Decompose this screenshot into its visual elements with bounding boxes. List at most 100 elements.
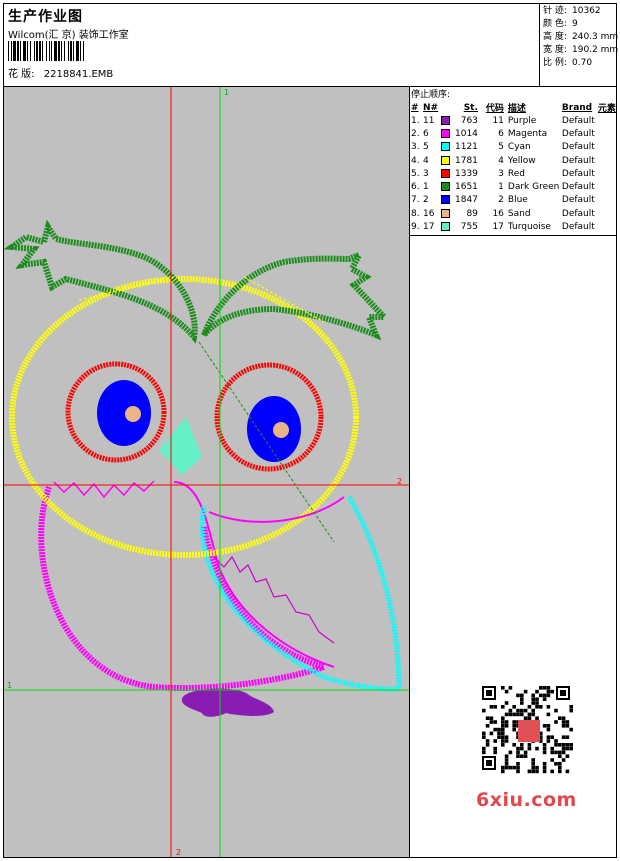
- stat-label: 颜 色:: [543, 19, 567, 29]
- watermark-site: 6xiu.com: [476, 789, 577, 811]
- guide-label: 1: [224, 88, 229, 97]
- cell-desc: Blue: [507, 195, 528, 206]
- cell-code: 11: [492, 115, 504, 126]
- cell-idx: 9.: [411, 222, 420, 233]
- stat-label: 比 例:: [543, 58, 567, 68]
- color-swatch: [441, 222, 450, 232]
- barcode: [8, 41, 84, 61]
- cell-element: [598, 207, 616, 220]
- cell-idx: 5.: [411, 168, 420, 179]
- design-label: 花 版:: [8, 69, 35, 80]
- stat-value: 9: [572, 19, 578, 29]
- cell-brand: Default: [561, 168, 595, 179]
- cell-st: 1014: [455, 128, 478, 139]
- cell-st: 1339: [455, 168, 478, 179]
- cell-code: 5: [498, 142, 504, 153]
- cell-desc: Cyan: [507, 142, 531, 153]
- cell-code: 16: [492, 208, 504, 219]
- cell-code: 17: [492, 222, 504, 233]
- seal-icon: [518, 720, 540, 742]
- cell-swatch: [441, 167, 455, 180]
- stat-label: 针 迹:: [543, 6, 567, 16]
- cell-desc: Red: [507, 168, 526, 179]
- cell-brand: Default: [561, 155, 595, 166]
- left-pupil: [97, 380, 151, 446]
- cell-swatch: [441, 141, 455, 154]
- cell-element: [598, 220, 616, 233]
- cell-element: [598, 154, 616, 167]
- cell-desc: Turquoise: [507, 222, 551, 233]
- qr-code: [475, 680, 580, 780]
- cell-brand: Default: [561, 115, 595, 126]
- feet: [181, 688, 274, 717]
- design-value: 2218841.EMB: [43, 69, 114, 80]
- legend-row: 1. 11 763 11 Purple Default: [411, 114, 616, 127]
- design-canvas[interactable]: 2 2 1 1: [4, 87, 409, 857]
- body-outline: [38, 485, 335, 691]
- travel-line: [198, 341, 335, 543]
- cell-desc: Purple: [507, 115, 537, 126]
- cell-n: 17: [423, 222, 435, 233]
- cell-n: 3: [423, 168, 429, 179]
- cell-idx: 2.: [411, 128, 420, 139]
- legend-row: 4. 4 1781 4 Yellow Default: [411, 154, 616, 167]
- guide-label: 2: [397, 477, 402, 486]
- stat-label: 高 度:: [543, 32, 567, 42]
- cell-st: 1781: [455, 155, 478, 166]
- divider: [539, 4, 540, 86]
- cell-st: 755: [460, 222, 478, 233]
- cell-brand: Default: [561, 222, 595, 233]
- cell-idx: 1.: [411, 115, 420, 126]
- stats-panel: 针 迹: 10362 颜 色: 9 高 度: 240.3 mm 宽 度: 190.2 m…: [543, 5, 618, 70]
- col-code: 代码: [485, 104, 504, 114]
- cell-n: 4: [423, 155, 429, 166]
- cell-element: [598, 114, 616, 127]
- col-st: St.: [463, 102, 478, 113]
- cell-brand: Default: [561, 182, 595, 193]
- color-swatch: [441, 115, 450, 125]
- cell-code: 3: [498, 168, 504, 179]
- legend-rows: 1. 11 763 11 Purple Default 2. 6 1014 6 Magenta Def…: [411, 114, 616, 234]
- col-swatch: [441, 101, 455, 114]
- cell-swatch: [441, 127, 455, 140]
- cell-st: 1651: [455, 182, 478, 193]
- legend-table: # N# St. 代码 描述 Brand 元素 1. 11 763 11 Purple D…: [411, 101, 616, 234]
- cell-desc: Yellow: [507, 155, 536, 166]
- stat-colors: 颜 色: 9: [543, 18, 578, 31]
- head-outline: [9, 276, 359, 558]
- stat-width: 宽 度: 190.2 mm: [543, 44, 618, 57]
- wing-inner: [173, 481, 335, 668]
- cell-element: [598, 127, 616, 140]
- cell-n: 11: [423, 115, 435, 126]
- color-swatch: [441, 142, 450, 152]
- col-n: N#: [423, 102, 439, 113]
- stat-stitches: 针 迹: 10362: [543, 5, 601, 18]
- cell-brand: Default: [561, 128, 595, 139]
- header: 生产作业图 Wilcom(汇 京) 装饰工作室 花 版: 2218841.EMB: [4, 4, 539, 87]
- stat-scale: 比 例: 0.70: [543, 57, 592, 70]
- belly-zigzag: [53, 480, 155, 499]
- legend-row: 7. 2 1847 2 Blue Default: [411, 194, 616, 207]
- cell-desc: Magenta: [507, 128, 548, 139]
- stat-value: 10362: [572, 6, 601, 16]
- cell-desc: Dark Green: [507, 182, 560, 193]
- cell-element: [598, 141, 616, 154]
- owl-design: 2 2 1 1: [4, 87, 409, 857]
- cell-code: 1: [498, 182, 504, 193]
- right-highlight: [273, 422, 289, 438]
- cell-n: 16: [423, 208, 435, 219]
- color-swatch: [441, 182, 450, 192]
- stat-value: 190.2 mm: [572, 45, 619, 55]
- stat-value: 0.70: [572, 58, 593, 68]
- page-title: 生产作业图: [8, 9, 83, 25]
- cell-n: 2: [423, 195, 429, 206]
- cell-idx: 6.: [411, 182, 420, 193]
- cell-st: 1121: [455, 142, 478, 153]
- col-brand: Brand: [561, 102, 593, 113]
- right-eyebrow: [201, 249, 391, 341]
- col-element: 元素: [597, 104, 616, 114]
- legend-row: 9. 17 755 17 Turquoise Default: [411, 220, 616, 233]
- stat-label: 宽 度:: [543, 45, 567, 55]
- cell-swatch: [441, 207, 455, 220]
- cell-element: [598, 167, 616, 180]
